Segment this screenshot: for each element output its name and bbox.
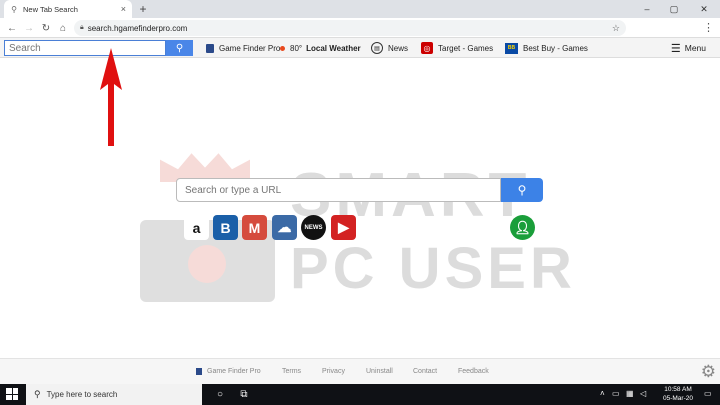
bestbuy-icon: BB (505, 42, 518, 54)
weather-dot-icon (280, 45, 285, 51)
hamburger-icon: ☰ (670, 42, 681, 55)
minimize-button[interactable]: – (635, 0, 659, 18)
footer-link-uninstall[interactable]: Uninstall (366, 368, 393, 375)
home-icon[interactable]: ⌂ (55, 20, 71, 36)
taskbar: ⚲ Type here to search ○ ⧉ ˄ ▭ ▦ ◁ 10:58 … (0, 384, 720, 405)
volume-icon[interactable]: ◁ (640, 389, 646, 398)
footer-link-terms[interactable]: Terms (282, 368, 301, 375)
footer-link-contact[interactable]: Contact (413, 368, 437, 375)
address-bar[interactable]: 🔒︎ search.hgamefinderpro.com ☆ (74, 20, 626, 36)
url-text: search.hgamefinderpro.com (87, 23, 188, 33)
tab-strip: ⚲ New Tab Search × + – ▢ ✕ (0, 0, 720, 18)
close-window-button[interactable]: ✕ (692, 0, 716, 18)
cortana-icon[interactable]: ○ (212, 387, 228, 402)
weather-icon[interactable]: ☁ (272, 215, 297, 240)
browser-toolbar: ← → ↻ ⌂ 🔒︎ search.hgamefinderpro.com ☆ ⋮ (0, 18, 720, 38)
footer-link-game-finder-pro[interactable]: Game Finder Pro (196, 368, 261, 375)
search-icon: ⚲ (175, 42, 184, 54)
tab-title: New Tab Search (23, 4, 78, 14)
link-bestbuy-games[interactable]: BB Best Buy - Games (505, 41, 588, 55)
annotation-arrow-icon (100, 48, 122, 146)
gmail-icon[interactable]: M (242, 215, 267, 240)
link-target-games[interactable]: ◎ Target - Games (421, 41, 493, 55)
news-icon: ▤ (371, 42, 383, 54)
booking-icon[interactable]: B (213, 215, 238, 240)
search-icon: ⚲ (34, 389, 41, 399)
windows-start-icon[interactable] (6, 388, 18, 400)
tab-close-button[interactable]: × (121, 4, 126, 14)
battery-icon[interactable]: ▭ (612, 389, 620, 398)
search-icon: ⚲ (11, 4, 17, 14)
footer-link-feedback[interactable]: Feedback (458, 368, 489, 375)
taskbar-clock[interactable]: 10:58 AM 05-Mar-20 (658, 385, 698, 403)
taskbar-search-box[interactable]: ⚲ Type here to search (26, 384, 202, 405)
notifications-icon[interactable]: ▭ (704, 389, 712, 398)
footer-link-privacy[interactable]: Privacy (322, 368, 345, 375)
link-local-weather[interactable]: 80° Local Weather (280, 41, 361, 55)
browser-menu-icon[interactable]: ⋮ (703, 21, 714, 35)
network-icon[interactable]: ▦ (626, 389, 634, 398)
main-search-input[interactable] (176, 178, 501, 202)
browser-tab[interactable]: ⚲ New Tab Search × (4, 0, 132, 18)
bulb-icon (188, 245, 226, 283)
bookmark-star-icon[interactable]: ☆ (612, 23, 620, 34)
amazon-icon[interactable]: a (184, 215, 209, 240)
reload-icon[interactable]: ↻ (38, 20, 54, 36)
tray-arrow-icon[interactable]: ˄ (600, 389, 605, 398)
lock-icon: 🔒︎ (80, 24, 84, 31)
news-icon[interactable]: NEWS (301, 215, 326, 240)
watermark-text-2: PC USER (290, 236, 576, 301)
page-footer: Game Finder Pro Terms Privacy Uninstall … (0, 358, 720, 384)
link-game-finder-pro[interactable]: Game Finder Pro (206, 41, 280, 55)
game-finder-icon (196, 368, 202, 375)
new-tab-button[interactable]: + (136, 1, 150, 17)
user-icon[interactable]: 👤︎ (510, 215, 535, 240)
extension-search-button[interactable]: ⚲ (166, 40, 193, 56)
main-search-button[interactable]: ⚲ (501, 178, 543, 202)
gear-icon[interactable]: ⚙ (701, 362, 716, 382)
extension-search-input[interactable] (4, 40, 166, 56)
target-icon: ◎ (421, 42, 433, 54)
back-icon[interactable]: ← (4, 20, 20, 36)
task-view-icon[interactable]: ⧉ (236, 387, 252, 402)
game-finder-icon (206, 43, 214, 53)
maximize-button[interactable]: ▢ (662, 0, 686, 18)
extension-menu-button[interactable]: ☰ Menu (671, 41, 706, 55)
youtube-icon[interactable]: ▶ (331, 215, 356, 240)
search-icon: ⚲ (517, 183, 527, 197)
forward-icon[interactable]: → (21, 20, 37, 36)
link-news[interactable]: ▤ News (371, 41, 408, 55)
